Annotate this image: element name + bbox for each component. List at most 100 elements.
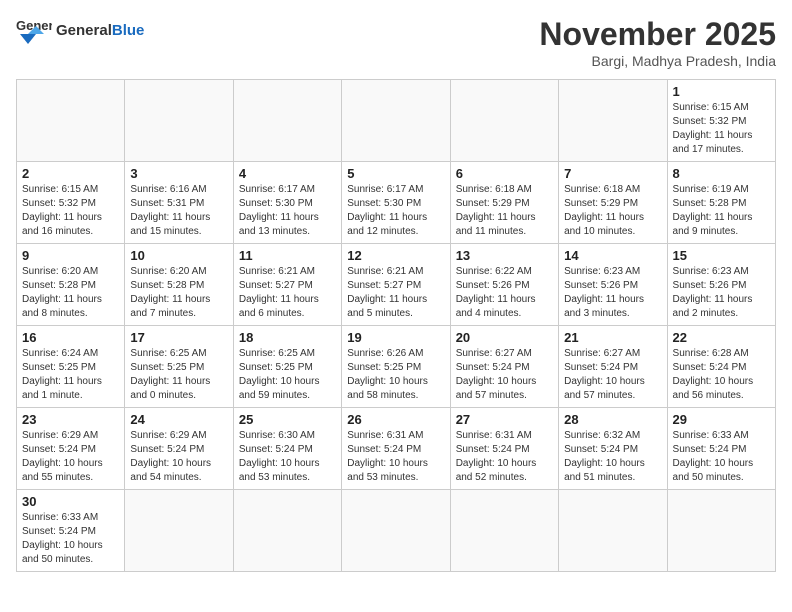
- calendar-week-1: 1 Sunrise: 6:15 AM Sunset: 5:32 PM Daylig…: [17, 80, 776, 162]
- calendar-cell: [342, 490, 450, 572]
- day-number: 5: [347, 166, 444, 181]
- calendar-title: November 2025: [539, 16, 776, 53]
- day-info: Sunrise: 6:16 AM Sunset: 5:31 PM Dayligh…: [130, 183, 227, 239]
- day-info: Sunrise: 6:15 AM Sunset: 5:32 PM Dayligh…: [22, 183, 119, 239]
- calendar-cell: 29Sunrise: 6:33 AM Sunset: 5:24 PM Dayli…: [667, 408, 775, 490]
- day-number: 8: [673, 166, 770, 181]
- calendar-table: 1 Sunrise: 6:15 AM Sunset: 5:32 PM Daylig…: [16, 79, 776, 572]
- day-info: Sunrise: 6:25 AM Sunset: 5:25 PM Dayligh…: [239, 347, 336, 403]
- day-number: 20: [456, 330, 553, 345]
- calendar-cell: 9Sunrise: 6:20 AM Sunset: 5:28 PM Daylig…: [17, 244, 125, 326]
- day-info: Sunrise: 6:26 AM Sunset: 5:25 PM Dayligh…: [347, 347, 444, 403]
- day-info: Sunrise: 6:21 AM Sunset: 5:27 PM Dayligh…: [347, 265, 444, 321]
- day-number: 28: [564, 412, 661, 427]
- day-info: Sunrise: 6:24 AM Sunset: 5:25 PM Dayligh…: [22, 347, 119, 403]
- day-info: Sunrise: 6:22 AM Sunset: 5:26 PM Dayligh…: [456, 265, 553, 321]
- calendar-week-3: 9 Sunrise: 6:20 AM Sunset: 5:28 PM Daylig…: [17, 244, 776, 326]
- calendar-cell: 25Sunrise: 6:30 AM Sunset: 5:24 PM Dayli…: [233, 408, 341, 490]
- day-number: 9: [22, 248, 119, 263]
- title-area: November 2025 Bargi, Madhya Pradesh, Ind…: [539, 16, 776, 69]
- logo-icon: General: [16, 16, 52, 44]
- day-number: 19: [347, 330, 444, 345]
- day-info: Sunrise: 6:33 AM Sunset: 5:24 PM Dayligh…: [22, 511, 119, 567]
- day-number: 10: [130, 248, 227, 263]
- page-header: General GeneralBlue November 2025 Bargi,…: [16, 16, 776, 69]
- day-info: Sunrise: 6:23 AM Sunset: 5:26 PM Dayligh…: [564, 265, 661, 321]
- calendar-cell: 2 Sunrise: 6:15 AM Sunset: 5:32 PM Daylig…: [17, 162, 125, 244]
- day-number: 16: [22, 330, 119, 345]
- day-info: Sunrise: 6:18 AM Sunset: 5:29 PM Dayligh…: [564, 183, 661, 239]
- calendar-cell: 21 Sunrise: 6:27 AM Sunset: 5:24 PM Dayli…: [559, 326, 667, 408]
- calendar-cell: 28 Sunrise: 6:32 AM Sunset: 5:24 PM Dayli…: [559, 408, 667, 490]
- calendar-cell: [342, 80, 450, 162]
- day-number: 11: [239, 248, 336, 263]
- calendar-cell: 7 Sunrise: 6:18 AM Sunset: 5:29 PM Daylig…: [559, 162, 667, 244]
- day-info: Sunrise: 6:21 AM Sunset: 5:27 PM Dayligh…: [239, 265, 336, 321]
- calendar-cell: 3 Sunrise: 6:16 AM Sunset: 5:31 PM Daylig…: [125, 162, 233, 244]
- day-info: Sunrise: 6:31 AM Sunset: 5:24 PM Dayligh…: [347, 429, 444, 485]
- calendar-cell: [233, 80, 341, 162]
- day-info: Sunrise: 6:19 AM Sunset: 5:28 PM Dayligh…: [673, 183, 770, 239]
- day-number: 17: [130, 330, 227, 345]
- calendar-cell: 23Sunrise: 6:29 AM Sunset: 5:24 PM Dayli…: [17, 408, 125, 490]
- day-info: Sunrise: 6:27 AM Sunset: 5:24 PM Dayligh…: [456, 347, 553, 403]
- calendar-cell: 20 Sunrise: 6:27 AM Sunset: 5:24 PM Dayli…: [450, 326, 558, 408]
- calendar-cell: 5 Sunrise: 6:17 AM Sunset: 5:30 PM Daylig…: [342, 162, 450, 244]
- day-number: 2: [22, 166, 119, 181]
- calendar-cell: [559, 490, 667, 572]
- calendar-cell: 24Sunrise: 6:29 AM Sunset: 5:24 PM Dayli…: [125, 408, 233, 490]
- calendar-cell: [233, 490, 341, 572]
- calendar-cell: [17, 80, 125, 162]
- calendar-cell: [450, 490, 558, 572]
- day-info: Sunrise: 6:18 AM Sunset: 5:29 PM Dayligh…: [456, 183, 553, 239]
- day-number: 13: [456, 248, 553, 263]
- calendar-cell: [125, 490, 233, 572]
- calendar-week-4: 16 Sunrise: 6:24 AM Sunset: 5:25 PM Dayli…: [17, 326, 776, 408]
- day-number: 24: [130, 412, 227, 427]
- calendar-cell: [667, 490, 775, 572]
- day-info: Sunrise: 6:32 AM Sunset: 5:24 PM Dayligh…: [564, 429, 661, 485]
- day-number: 27: [456, 412, 553, 427]
- day-info: Sunrise: 6:28 AM Sunset: 5:24 PM Dayligh…: [673, 347, 770, 403]
- day-info: Sunrise: 6:17 AM Sunset: 5:30 PM Dayligh…: [239, 183, 336, 239]
- calendar-cell: 13 Sunrise: 6:22 AM Sunset: 5:26 PM Dayli…: [450, 244, 558, 326]
- day-info: Sunrise: 6:29 AM Sunset: 5:24 PM Dayligh…: [22, 429, 119, 485]
- calendar-cell: 16 Sunrise: 6:24 AM Sunset: 5:25 PM Dayli…: [17, 326, 125, 408]
- calendar-week-5: 23Sunrise: 6:29 AM Sunset: 5:24 PM Dayli…: [17, 408, 776, 490]
- calendar-cell: 12 Sunrise: 6:21 AM Sunset: 5:27 PM Dayli…: [342, 244, 450, 326]
- day-number: 29: [673, 412, 770, 427]
- day-number: 15: [673, 248, 770, 263]
- day-number: 25: [239, 412, 336, 427]
- day-number: 26: [347, 412, 444, 427]
- day-info: Sunrise: 6:15 AM Sunset: 5:32 PM Dayligh…: [673, 101, 770, 157]
- day-number: 1: [673, 84, 770, 99]
- calendar-cell: 8 Sunrise: 6:19 AM Sunset: 5:28 PM Daylig…: [667, 162, 775, 244]
- calendar-cell: [450, 80, 558, 162]
- calendar-week-6: 30 Sunrise: 6:33 AM Sunset: 5:24 PM Dayli…: [17, 490, 776, 572]
- calendar-cell: 14 Sunrise: 6:23 AM Sunset: 5:26 PM Dayli…: [559, 244, 667, 326]
- day-number: 30: [22, 494, 119, 509]
- calendar-cell: 27Sunrise: 6:31 AM Sunset: 5:24 PM Dayli…: [450, 408, 558, 490]
- day-info: Sunrise: 6:27 AM Sunset: 5:24 PM Dayligh…: [564, 347, 661, 403]
- day-info: Sunrise: 6:20 AM Sunset: 5:28 PM Dayligh…: [130, 265, 227, 321]
- calendar-week-2: 2 Sunrise: 6:15 AM Sunset: 5:32 PM Daylig…: [17, 162, 776, 244]
- calendar-cell: 17 Sunrise: 6:25 AM Sunset: 5:25 PM Dayli…: [125, 326, 233, 408]
- calendar-cell: [125, 80, 233, 162]
- day-number: 4: [239, 166, 336, 181]
- calendar-cell: 11 Sunrise: 6:21 AM Sunset: 5:27 PM Dayli…: [233, 244, 341, 326]
- calendar-cell: 18 Sunrise: 6:25 AM Sunset: 5:25 PM Dayli…: [233, 326, 341, 408]
- calendar-cell: 26 Sunrise: 6:31 AM Sunset: 5:24 PM Dayli…: [342, 408, 450, 490]
- day-number: 3: [130, 166, 227, 181]
- day-number: 12: [347, 248, 444, 263]
- day-info: Sunrise: 6:17 AM Sunset: 5:30 PM Dayligh…: [347, 183, 444, 239]
- calendar-cell: 15Sunrise: 6:23 AM Sunset: 5:26 PM Dayli…: [667, 244, 775, 326]
- day-info: Sunrise: 6:25 AM Sunset: 5:25 PM Dayligh…: [130, 347, 227, 403]
- calendar-cell: [559, 80, 667, 162]
- calendar-cell: 22Sunrise: 6:28 AM Sunset: 5:24 PM Dayli…: [667, 326, 775, 408]
- calendar-cell: 4 Sunrise: 6:17 AM Sunset: 5:30 PM Daylig…: [233, 162, 341, 244]
- calendar-cell: 1 Sunrise: 6:15 AM Sunset: 5:32 PM Daylig…: [667, 80, 775, 162]
- day-number: 14: [564, 248, 661, 263]
- day-number: 21: [564, 330, 661, 345]
- day-number: 7: [564, 166, 661, 181]
- day-number: 18: [239, 330, 336, 345]
